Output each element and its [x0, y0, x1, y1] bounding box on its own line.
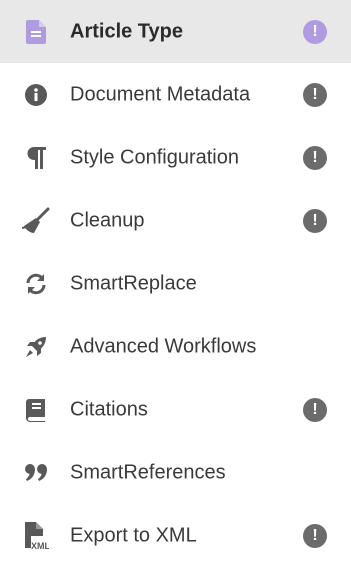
nav-item-smartreplace[interactable]: SmartReplace [0, 252, 351, 315]
nav-item-smartreferences[interactable]: SmartReferences [0, 441, 351, 504]
sync-icon [22, 270, 50, 298]
sidebar-nav: Article Type ! Document Metadata ! Style… [0, 0, 351, 580]
nav-item-style-configuration[interactable]: Style Configuration ! [0, 126, 351, 189]
broom-icon [22, 207, 50, 235]
nav-item-label: Export to XML [70, 524, 197, 546]
quote-icon [22, 459, 50, 487]
nav-item-label: Cleanup [70, 209, 145, 231]
nav-item-label: Article Type [70, 20, 183, 42]
paragraph-icon [22, 144, 50, 172]
nav-item-advanced-workflows[interactable]: Advanced Workflows [0, 315, 351, 378]
nav-item-label: Style Configuration [70, 146, 239, 168]
warning-badge-icon: ! [303, 397, 327, 422]
book-icon [22, 396, 50, 424]
warning-badge-icon: ! [303, 523, 327, 548]
nav-item-export-to-xml[interactable]: XML Export to XML ! [0, 504, 351, 567]
nav-item-document-metadata[interactable]: Document Metadata ! [0, 63, 351, 126]
document-icon [22, 18, 50, 46]
nav-item-label: Citations [70, 398, 148, 420]
svg-text:XML: XML [31, 541, 49, 550]
info-icon [22, 81, 50, 109]
nav-item-label: SmartReferences [70, 461, 226, 483]
rocket-icon [22, 333, 50, 361]
nav-item-citations[interactable]: Citations ! [0, 378, 351, 441]
xml-file-icon: XML [22, 521, 50, 550]
nav-item-label: Advanced Workflows [70, 335, 257, 357]
warning-badge-icon: ! [303, 208, 327, 233]
nav-item-article-type[interactable]: Article Type ! [0, 0, 351, 63]
nav-item-label: SmartReplace [70, 272, 197, 294]
warning-badge-icon: ! [303, 145, 327, 170]
nav-item-label: Document Metadata [70, 83, 251, 105]
warning-badge-icon: ! [303, 82, 327, 107]
nav-item-cleanup[interactable]: Cleanup ! [0, 189, 351, 252]
warning-badge-icon: ! [303, 19, 327, 44]
